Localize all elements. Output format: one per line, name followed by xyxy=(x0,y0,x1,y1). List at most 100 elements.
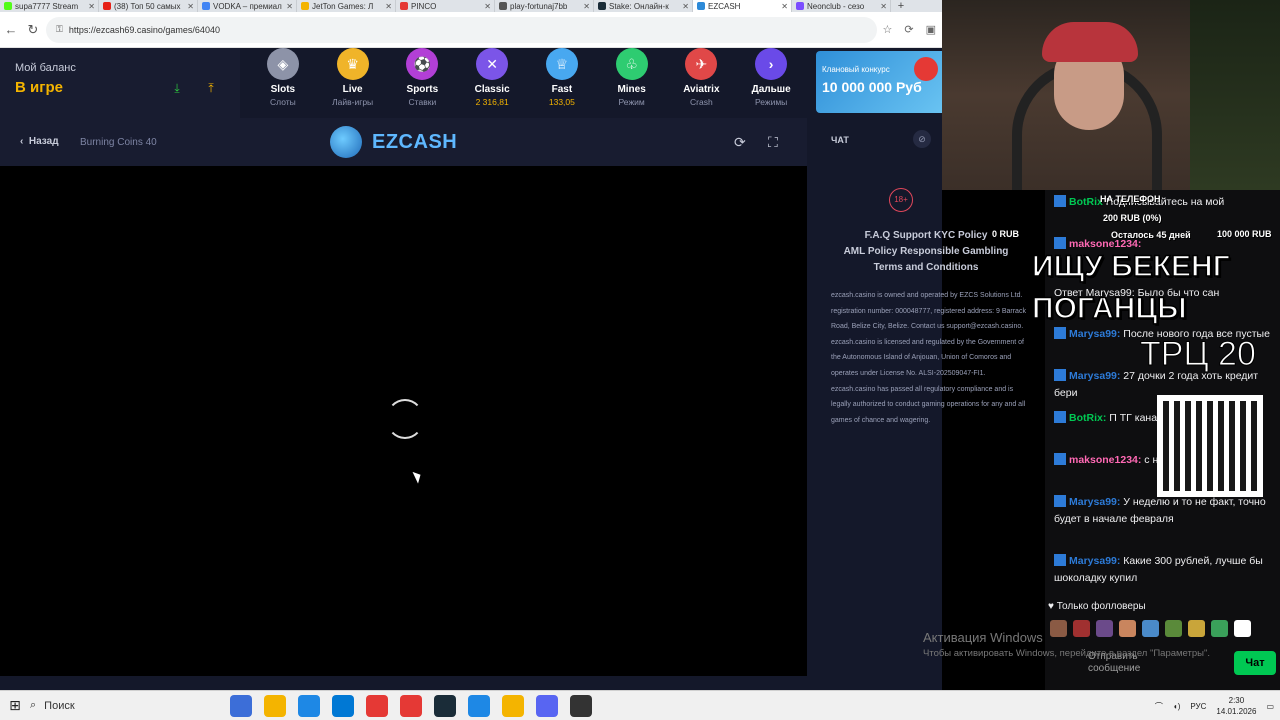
mouse-cursor-icon xyxy=(412,469,424,484)
category-nav: ◈ Slots Слоты ♛ Live Лайв-игры ⚽ Sports Ставки ✕ C… xyxy=(248,48,806,118)
category-icon: ⚽ xyxy=(406,48,439,80)
footer-link[interactable]: Terms and Conditions xyxy=(874,262,979,273)
hide-chat-icon[interactable]: ⊘ xyxy=(913,130,931,148)
tab-label: Neonclub - сезо xyxy=(807,1,865,11)
category-дальше[interactable]: › Дальше Режимы xyxy=(736,48,806,118)
category-name: Sports xyxy=(406,84,439,95)
url-text: https://ezcash69.casino/games/64040 xyxy=(68,24,220,35)
taskbar-app-icon[interactable] xyxy=(332,694,354,717)
close-tab-icon[interactable]: ✕ xyxy=(187,2,194,11)
promo-banner[interactable]: Клановый конкурс 10 000 000 Руб xyxy=(816,51,942,113)
reload-game-icon[interactable]: ⟳ xyxy=(734,134,746,151)
tab-label: Stake: Онлайн-к xyxy=(609,1,669,11)
tab-label: VODKA – премиал xyxy=(213,1,282,11)
category-classic[interactable]: ✕ Classic 2 316,81 xyxy=(457,48,527,118)
taskbar-app-icon[interactable] xyxy=(366,694,388,717)
category-fast[interactable]: ♕ Fast 133,05 xyxy=(527,48,597,118)
taskbar-app-icon[interactable] xyxy=(230,694,252,717)
browser-tab[interactable]: (38) Топ 50 самых ✕ xyxy=(99,0,198,12)
chat-username[interactable]: maksone1234: xyxy=(1069,454,1141,466)
category-icon: ♕ xyxy=(545,48,578,80)
tab-label: PINCO xyxy=(411,1,437,11)
emote-icon[interactable] xyxy=(1211,620,1228,637)
reload-icon[interactable]: ↻ xyxy=(22,22,44,38)
volume-icon[interactable]: ◖) xyxy=(1173,702,1181,711)
chat-username[interactable]: Marysa99: xyxy=(1069,328,1120,340)
back-icon[interactable]: ← xyxy=(0,22,22,37)
chat-send-button[interactable]: Чат xyxy=(1234,651,1276,675)
footer-link[interactable]: F.A.Q xyxy=(865,230,891,241)
close-tab-icon[interactable]: ✕ xyxy=(583,2,590,11)
refresh-icon[interactable]: ⟳ xyxy=(904,23,913,36)
taskbar-app-icon[interactable] xyxy=(400,694,422,717)
bookmark-star-icon[interactable]: ☆ xyxy=(883,23,893,36)
site-logo[interactable]: EZCASH xyxy=(330,126,457,158)
category-live[interactable]: ♛ Live Лайв-игры xyxy=(318,48,388,118)
chat-username[interactable]: Marysa99: xyxy=(1069,555,1120,567)
taskbar-app-icon[interactable] xyxy=(570,694,592,717)
browser-tab[interactable]: JetTon Games: Л ✕ xyxy=(297,0,396,12)
footer-link[interactable]: KYC Policy xyxy=(934,230,987,241)
category-sub: Режим xyxy=(618,97,645,107)
mod-badge-icon xyxy=(1054,411,1066,423)
close-tab-icon[interactable]: ✕ xyxy=(286,2,293,11)
browser-tab[interactable]: play-fortunaj7bb ✕ xyxy=(495,0,594,12)
category-name: Fast xyxy=(551,84,573,95)
balance-panel: Мой баланс В игре ⤓ ⤒ xyxy=(0,48,240,118)
browser-tab[interactable]: PINCO ✕ xyxy=(396,0,495,12)
search-label: Поиск xyxy=(44,699,75,712)
tab-favicon-icon xyxy=(796,2,804,10)
chat-username[interactable]: BotRix: xyxy=(1069,412,1106,424)
new-tab-button[interactable]: + xyxy=(891,0,911,12)
taskbar-app-icon[interactable] xyxy=(468,694,490,717)
game-frame[interactable] xyxy=(0,166,807,676)
address-bar[interactable]: ⚿ https://ezcash69.casino/games/64040 xyxy=(46,16,877,43)
chat-username[interactable]: Marysa99: xyxy=(1069,496,1120,508)
close-tab-icon[interactable]: ✕ xyxy=(880,2,887,11)
clock[interactable]: 2:30 14.01.2026 xyxy=(1216,695,1256,717)
start-icon[interactable]: ⊞ xyxy=(4,697,26,714)
taskbar-app-icon[interactable] xyxy=(264,694,286,717)
taskbar-search[interactable]: ⌕ Поиск xyxy=(26,691,216,720)
browser-toolbar: ← ↻ ⚿ https://ezcash69.casino/games/6404… xyxy=(0,12,942,48)
browser-tab[interactable]: Neonclub - сезо ✕ xyxy=(792,0,891,12)
footer-link[interactable]: AML Policy xyxy=(844,246,898,257)
network-icon[interactable]: ⌒ xyxy=(1155,701,1163,712)
windows-activation-watermark: Активация Windows Чтобы активировать Win… xyxy=(923,630,1210,659)
extensions-icon[interactable]: ▣ xyxy=(926,23,936,36)
close-tab-icon[interactable]: ✕ xyxy=(385,2,392,11)
category-aviatrix[interactable]: ✈ Aviatrix Crash xyxy=(667,48,737,118)
chat-message: BotRix Подписывайтесь на мой xyxy=(1054,194,1274,211)
site-info-icon[interactable]: ⚿ xyxy=(56,24,63,35)
chat-username[interactable]: BotRix xyxy=(1069,196,1103,208)
qr-code xyxy=(1157,395,1263,497)
close-tab-icon[interactable]: ✕ xyxy=(484,2,491,11)
fullscreen-icon[interactable]: ⛶ xyxy=(768,134,778,151)
browser-tab[interactable]: supa7777 Stream ✕ xyxy=(0,0,99,12)
language-indicator[interactable]: РУС xyxy=(1190,702,1206,711)
browser-tab[interactable]: VODKA – премиал ✕ xyxy=(198,0,297,12)
clock-time: 2:30 xyxy=(1228,696,1245,705)
tab-favicon-icon xyxy=(598,2,606,10)
notifications-icon[interactable]: ▭ xyxy=(1266,702,1274,711)
chat-username[interactable]: Marysa99: xyxy=(1069,370,1120,382)
taskbar-app-icon[interactable] xyxy=(434,694,456,717)
close-tab-icon[interactable]: ✕ xyxy=(781,2,788,11)
back-button[interactable]: ‹ Назад xyxy=(20,136,59,147)
close-tab-icon[interactable]: ✕ xyxy=(88,2,95,11)
taskbar-app-icon[interactable] xyxy=(298,694,320,717)
browser-tab[interactable]: EZCASH ✕ xyxy=(693,0,792,12)
footer-link[interactable]: Responsible Gambling xyxy=(900,246,1008,257)
category-sports[interactable]: ⚽ Sports Ставки xyxy=(388,48,458,118)
webcam-overlay xyxy=(942,0,1280,190)
category-slots[interactable]: ◈ Slots Слоты xyxy=(248,48,318,118)
deposit-icon[interactable]: ⤓ xyxy=(170,81,184,95)
withdraw-icon[interactable]: ⤒ xyxy=(204,81,218,95)
taskbar-app-icon[interactable] xyxy=(502,694,524,717)
footer-link[interactable]: Support xyxy=(893,230,931,241)
browser-tab[interactable]: Stake: Онлайн-к ✕ xyxy=(594,0,693,12)
emote-icon[interactable] xyxy=(1234,620,1251,637)
close-tab-icon[interactable]: ✕ xyxy=(682,2,689,11)
category-mines[interactable]: ♧ Mines Режим xyxy=(597,48,667,118)
taskbar-app-icon[interactable] xyxy=(536,694,558,717)
